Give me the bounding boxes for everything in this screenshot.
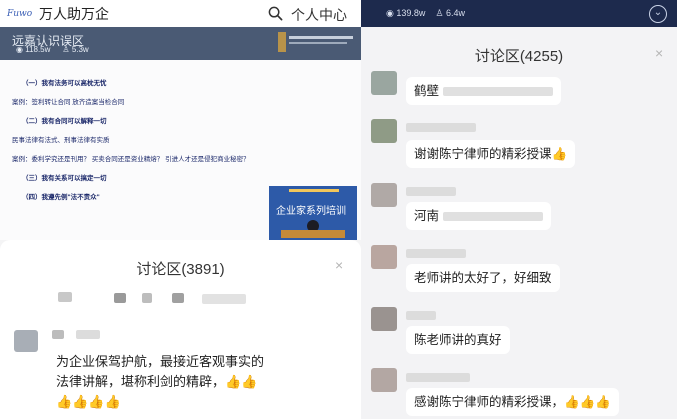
slide-line: （一）我有法务可以高枕无忧 bbox=[22, 80, 107, 87]
comments-panel: 讨论区(4255) × 鹤壁 谢谢陈宁律师的精彩授课👍 河南 老师讲的太好了，好… bbox=[361, 27, 677, 419]
avatar bbox=[371, 307, 397, 331]
avatar bbox=[371, 183, 397, 207]
left-phone-screen: Fuwo 万人助万企 个人中心 远嘉认识误区 ◉ 118.5w ♙ 5.3w （… bbox=[0, 0, 361, 419]
blurred-username bbox=[406, 123, 476, 132]
blurred-username bbox=[142, 293, 152, 303]
likes-count: ♙ 5.3w bbox=[62, 45, 89, 54]
comment-bubble: 陈老师讲的真好 bbox=[406, 326, 510, 354]
comments-title: 讨论区(4255) bbox=[474, 48, 564, 65]
speaker-inset-video: 企业家系列培训 bbox=[269, 186, 357, 240]
views-count: ◉ 118.5w bbox=[16, 45, 51, 54]
blurred-username bbox=[114, 293, 126, 303]
inset-title: 企业家系列培训 bbox=[276, 206, 346, 217]
blurred-username bbox=[76, 330, 100, 339]
avatar bbox=[14, 330, 38, 352]
podium bbox=[281, 230, 345, 238]
blurred-username bbox=[202, 294, 246, 304]
slide-line: 案例：签利转让合同 放齐造案当检合同 bbox=[12, 99, 125, 106]
avatar bbox=[371, 119, 397, 143]
comment-text-line: 法律讲解，堪称利剑的精辟，👍👍 bbox=[56, 374, 258, 389]
video-player[interactable]: 远嘉认识误区 ◉ 118.5w ♙ 5.3w （一）我有法务可以高枕无忧 案例：… bbox=[0, 27, 361, 240]
likes-count: ♙ 6.4w bbox=[435, 8, 465, 18]
comment-text: 河南 bbox=[414, 209, 440, 223]
firm-name-blurred bbox=[289, 34, 359, 44]
eye-icon: ◉ bbox=[386, 8, 397, 18]
slide-line: （二）我有合同可以解释一切 bbox=[22, 118, 107, 125]
avatar bbox=[371, 71, 397, 95]
like-icon: ♙ bbox=[62, 45, 72, 54]
blurred-username bbox=[58, 292, 72, 302]
comment-text-line: 为企业保驾护航，最接近客观事实的 bbox=[56, 354, 265, 369]
top-bar: Fuwo 万人助万企 个人中心 bbox=[0, 0, 361, 27]
video-stats: ◉ 139.8w ♙ 6.4w bbox=[386, 8, 465, 19]
blurred-username bbox=[406, 249, 466, 258]
video-header-bar: ◉ 139.8w ♙ 6.4w ⌄ bbox=[361, 0, 677, 27]
close-icon[interactable]: × bbox=[655, 45, 663, 61]
slide-line: （四）我遵先例"法不责众" bbox=[22, 194, 100, 201]
firm-logo-icon bbox=[278, 32, 286, 52]
eye-icon: ◉ bbox=[16, 45, 26, 54]
comment-bubble: 河南 bbox=[406, 202, 552, 230]
comments-title: 讨论区(3891) bbox=[136, 261, 225, 278]
slide-line: 案例：委利学究还是刊用？ 买卖合同还是资业精熔？ 引进人才还是侵犯商业秘密？ bbox=[12, 156, 250, 163]
blurred-text bbox=[443, 212, 544, 222]
views-count: ◉ 139.8w bbox=[386, 8, 426, 18]
blurred-username bbox=[406, 187, 456, 196]
comment-bubble: 感谢陈宁律师的精彩授课，👍👍👍 bbox=[406, 388, 619, 416]
app-title: 万人助万企 bbox=[39, 5, 109, 22]
slide-line: （三）我有关系可以搞定一切 bbox=[22, 175, 107, 182]
search-icon[interactable] bbox=[268, 6, 283, 21]
comment-text-line: 👍👍👍👍 bbox=[56, 394, 121, 409]
comment-bubble: 老师讲的太好了，好细致 bbox=[406, 264, 560, 292]
video-header: 远嘉认识误区 ◉ 118.5w ♙ 5.3w bbox=[0, 27, 361, 60]
app-logo-icon: Fuwo bbox=[7, 8, 33, 19]
slide-line: 民事法律有法式、刑事法律有实质 bbox=[12, 137, 110, 144]
comment-text: 鹤壁 bbox=[414, 84, 440, 98]
blurred-username bbox=[406, 373, 470, 382]
avatar bbox=[371, 245, 397, 269]
blurred-username bbox=[172, 293, 184, 303]
chevron-down-icon[interactable]: ⌄ bbox=[649, 5, 667, 23]
comment-bubble: 谢谢陈宁律师的精彩授课👍 bbox=[406, 140, 576, 168]
comment-bubble: 为企业保驾护航，最接近客观事实的 法律讲解，堪称利剑的精辟，👍👍 👍👍👍👍 bbox=[50, 346, 286, 414]
blurred-username bbox=[406, 311, 436, 320]
avatar bbox=[371, 368, 397, 392]
close-icon[interactable]: × bbox=[335, 257, 343, 273]
profile-link[interactable]: 个人中心 bbox=[291, 5, 347, 25]
video-stats: ◉ 118.5w ♙ 5.3w bbox=[16, 45, 89, 54]
blurred-text bbox=[443, 87, 554, 97]
like-icon: ♙ bbox=[435, 8, 446, 18]
right-phone-screen: ◉ 139.8w ♙ 6.4w ⌄ 讨论区(4255) × 鹤壁 谢谢陈宁律师的… bbox=[361, 0, 677, 419]
comment-bubble: 鹤壁 bbox=[406, 77, 562, 105]
inset-subtitle-blurred bbox=[289, 189, 339, 192]
blurred-username bbox=[52, 330, 64, 339]
comments-panel: 讨论区(3891) × 为企业保驾护航，最接近客观事实的 法律讲解，堪称利剑的精… bbox=[0, 240, 361, 419]
